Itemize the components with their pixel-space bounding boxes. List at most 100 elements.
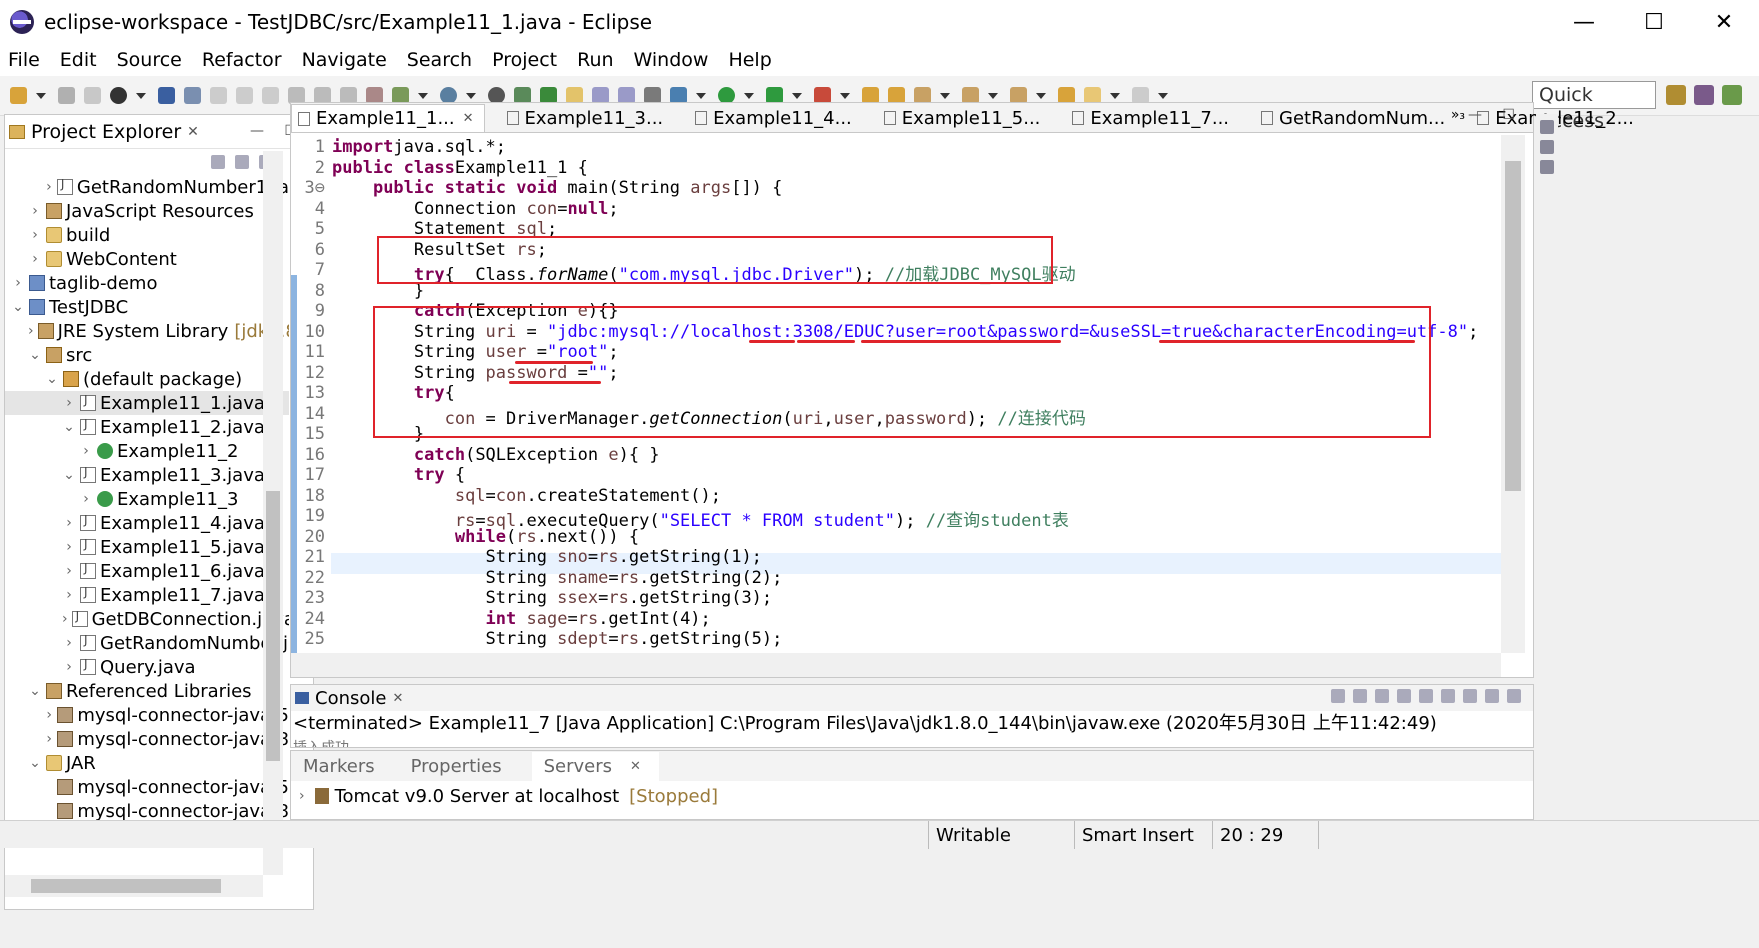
tree-item[interactable]: › WebContent [5, 247, 289, 271]
console-tab[interactable]: Console [315, 688, 386, 709]
browser-dropdown-icon[interactable] [466, 92, 476, 99]
collapse-chevron-icon[interactable]: ⌄ [28, 755, 42, 771]
editor-tab[interactable]: Example11_3... [501, 104, 674, 132]
code-area[interactable]: 1 2 3⊖ 4 5 6 7 8 9 10 11 12 13 14 15 16 17 18 19 20 21 22 23 24… [291, 135, 1501, 653]
tree-item[interactable]: ⌄ JAR [5, 751, 289, 775]
tree-item[interactable]: › GetDBConnection.java [5, 607, 289, 631]
tree-item[interactable]: › mysql-connector-java-8 [5, 727, 289, 751]
expand-chevron-icon[interactable]: › [28, 323, 34, 339]
tree-item[interactable]: › Example11_7.java [5, 583, 289, 607]
expand-chevron-icon[interactable]: › [79, 491, 93, 507]
new-dropdown-icon[interactable] [36, 92, 46, 99]
explorer-horizontal-scrollbar[interactable] [5, 875, 263, 897]
expand-chevron-icon[interactable]: › [45, 179, 53, 195]
editor-tab[interactable]: Example11_1... ✕ [291, 104, 485, 132]
collapse-chevron-icon[interactable]: ⌄ [11, 299, 25, 315]
tree-item[interactable]: › Example11_6.java [5, 559, 289, 583]
close-button[interactable]: ✕ [1689, 0, 1759, 44]
expand-chevron-icon[interactable]: › [62, 395, 76, 411]
menu-help[interactable]: Help [728, 49, 771, 71]
expand-chevron-icon[interactable]: › [79, 443, 93, 459]
terminal-icon[interactable] [158, 87, 175, 104]
expand-chevron-icon[interactable]: › [28, 251, 42, 267]
tree-item[interactable]: › Example11_5.java [5, 535, 289, 559]
remove-launch-icon[interactable] [1353, 689, 1367, 703]
menu-window[interactable]: Window [634, 49, 709, 71]
collapse-chevron-icon[interactable]: ⌄ [62, 467, 76, 483]
pin-console-icon[interactable] [1463, 689, 1477, 703]
problems-icon[interactable] [1540, 160, 1554, 174]
expand-chevron-icon[interactable]: › [11, 275, 25, 291]
open-perspective-icon[interactable] [1666, 85, 1686, 105]
resume-icon[interactable] [210, 87, 227, 104]
menu-navigate[interactable]: Navigate [302, 49, 387, 71]
editor-horizontal-scrollbar[interactable] [291, 653, 1501, 677]
expand-chevron-icon[interactable]: › [62, 635, 76, 651]
collapse-chevron-icon[interactable]: ⌄ [28, 683, 42, 699]
terminate-icon[interactable] [262, 87, 279, 104]
expand-chevron-icon[interactable]: › [28, 203, 42, 219]
java-perspective-icon[interactable] [1722, 85, 1742, 105]
tree-item[interactable]: › Query.java [5, 655, 289, 679]
forward-dropdown-icon[interactable] [1158, 92, 1168, 99]
terminate-console-icon[interactable] [1331, 689, 1345, 703]
word-wrap-icon[interactable] [1419, 689, 1433, 703]
editor-vertical-scrollbar[interactable] [1501, 135, 1525, 653]
menu-file[interactable]: File [8, 49, 40, 71]
expand-chevron-icon[interactable]: › [62, 563, 76, 579]
server-expand-icon[interactable]: › [299, 788, 305, 804]
menu-source[interactable]: Source [117, 49, 182, 71]
expand-chevron-icon[interactable]: › [62, 659, 76, 675]
editor-tab[interactable]: Example11_5... [878, 104, 1051, 132]
editor-minimize-maximize-icon[interactable]: — ☐ [1468, 107, 1523, 123]
more-tabs-indicator[interactable]: »₃ [1451, 107, 1465, 123]
tree-item[interactable]: ⌄ (default package) [5, 367, 289, 391]
run-dropdown-icon[interactable] [744, 92, 754, 99]
menu-search[interactable]: Search [407, 49, 472, 71]
editor-tab[interactable]: Example11_7... [1066, 104, 1239, 132]
expand-chevron-icon[interactable]: › [62, 587, 76, 603]
back-dropdown-icon[interactable] [1110, 92, 1120, 99]
tree-item[interactable]: mysql-connector-java-5 [5, 775, 289, 799]
close-icon[interactable]: ✕ [187, 124, 199, 140]
collapse-chevron-icon[interactable]: ⌄ [28, 347, 42, 363]
tree-item[interactable]: ⌄ Example11_2.java [5, 415, 289, 439]
expand-chevron-icon[interactable]: › [45, 707, 53, 723]
debug-settings-icon[interactable] [110, 87, 127, 104]
tree-item[interactable]: › mysql-connector-java-5 [5, 703, 289, 727]
tab-servers[interactable]: Servers ✕ [531, 751, 659, 781]
project-explorer-title[interactable]: Project Explorer [31, 121, 181, 143]
servers-close-icon[interactable]: ✕ [630, 759, 641, 774]
display-console-icon[interactable] [1485, 689, 1499, 703]
editor-tab[interactable]: GetRandomNum... [1255, 104, 1455, 132]
server-dropdown-icon[interactable] [418, 92, 428, 99]
java-ee-perspective-icon[interactable] [1694, 85, 1714, 105]
menu-run[interactable]: Run [577, 49, 613, 71]
search-dropdown-icon[interactable] [940, 92, 950, 99]
skip-breakpoints-icon[interactable] [184, 87, 201, 104]
tree-item[interactable]: › GetRandomNumber1.ja [5, 175, 289, 199]
console-close-icon[interactable]: ✕ [392, 691, 403, 706]
explorer-vertical-scrollbar[interactable] [263, 151, 283, 875]
tree-item[interactable]: › taglib-demo [5, 271, 289, 295]
tree-item[interactable]: ›JRE System Library[jdk1.8 [5, 319, 289, 343]
collapse-all-icon[interactable] [211, 155, 225, 169]
suspend-icon[interactable] [236, 87, 253, 104]
tree-item[interactable]: › Example11_2 [5, 439, 289, 463]
expand-chevron-icon[interactable]: › [62, 515, 76, 531]
menu-edit[interactable]: Edit [60, 49, 97, 71]
remove-all-icon[interactable] [1375, 689, 1389, 703]
minimize-button[interactable]: — [1549, 0, 1619, 44]
save-icon[interactable] [58, 87, 75, 104]
menu-refactor[interactable]: Refactor [202, 49, 282, 71]
tree-item[interactable]: › JavaScript Resources [5, 199, 289, 223]
editor-tab[interactable]: Example11_4... [689, 104, 862, 132]
tree-item[interactable]: › Example11_3 [5, 487, 289, 511]
scroll-lock-icon[interactable] [1397, 689, 1411, 703]
link-editor-icon[interactable] [235, 155, 249, 169]
tree-item[interactable]: ⌄ Example11_3.java [5, 463, 289, 487]
tab-markers[interactable]: Markers [297, 756, 387, 777]
tree-item[interactable]: › Example11_4.java [5, 511, 289, 535]
new-icon[interactable] [10, 87, 27, 104]
tree-item[interactable]: ⌄ src [5, 343, 289, 367]
